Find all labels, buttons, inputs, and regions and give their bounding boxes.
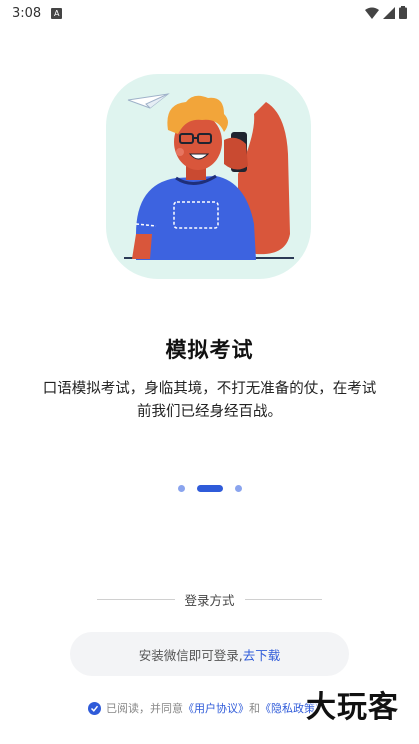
page-indicator [0,485,419,492]
a-icon: A [51,7,63,19]
divider-line [244,599,323,600]
battery-icon [399,6,407,19]
wifi-icon [365,7,379,19]
status-icons [365,6,407,19]
status-time: 3:08 [12,5,42,21]
page-indicator-dot [177,485,185,492]
page-description: 口语模拟考试，身临其境，不打无准备的仗，在考试前我们已经身经百战。 [42,381,377,420]
download-wechat-link[interactable]: 去下载 [243,645,281,664]
divider-line [97,599,175,600]
signal-icon [383,6,395,19]
user-agreement-link[interactable]: 《用户协议》 [183,700,249,716]
paper-plane-icon [127,93,170,109]
person-with-phone-illustration [124,93,294,260]
wechat-login-button[interactable]: 安装微信即可登录, 去下载 [70,632,349,676]
page-indicator-dot [234,485,242,492]
page-indicator-dot-active [196,485,223,492]
agreement-row: 已阅读，并同意 《用户协议》 和 《隐私政策》 [88,700,326,716]
check-icon [90,705,99,712]
agreement-prefix: 已阅读，并同意 [106,702,183,715]
wechat-prompt-text: 安装微信即可登录, [138,647,243,663]
watermark-logo: 大玩客 [306,690,399,725]
illustration [106,74,311,279]
agreement-and: 和 [249,702,260,715]
login-method-divider: 登录方式 [97,590,323,609]
login-method-label: 登录方式 [184,593,235,608]
agreement-checkbox[interactable] [88,701,101,715]
page-title: 模拟考试 [165,338,254,362]
status-bar: 3:08 A [0,0,419,26]
